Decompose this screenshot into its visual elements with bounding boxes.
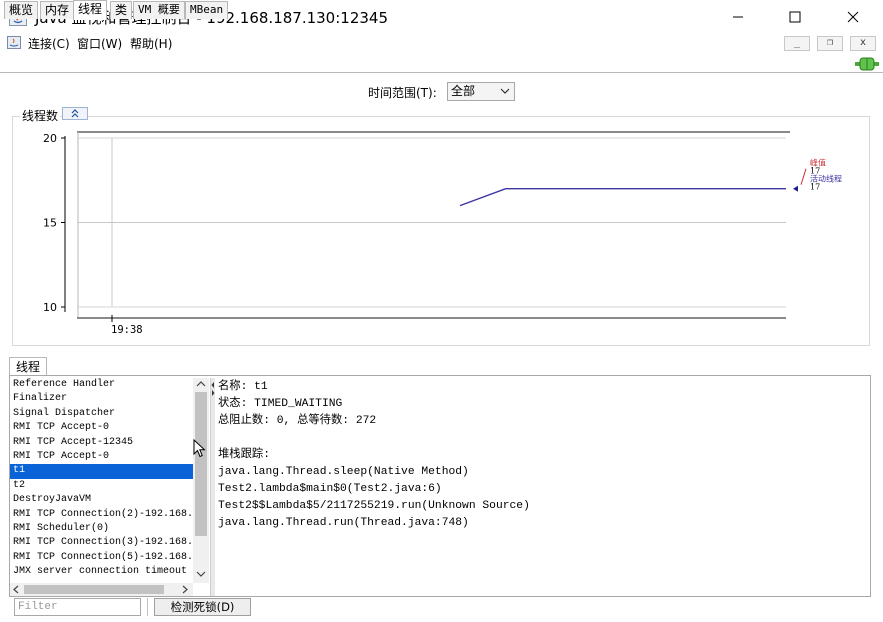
threads-panel-tab[interactable]: 线程 [9, 357, 48, 376]
thread-list-item[interactable]: t1 [10, 464, 193, 479]
y-tick-label: 20 [43, 132, 57, 145]
mdi-close-button[interactable]: x [850, 36, 876, 51]
thread-list-item[interactable]: Finalizer [10, 392, 193, 406]
close-button[interactable] [830, 0, 876, 33]
collapse-button[interactable] [62, 107, 88, 120]
double-chevron-up-icon [71, 109, 79, 118]
thread-list-horizontal-scrollbar[interactable] [10, 583, 193, 596]
thread-detail-line: 状态: TIMED_WAITING [218, 398, 343, 410]
plot-area [77, 131, 786, 318]
thread-list-item[interactable]: RMI TCP Connection(2)-192.168. [10, 508, 193, 522]
time-range-select[interactable]: 全部 [447, 82, 515, 101]
thread-filter-input[interactable] [14, 598, 141, 616]
thread-detail-line: java.lang.Thread.sleep(Native Method) [218, 466, 469, 478]
tab-mbean[interactable]: MBean [185, 1, 229, 19]
thread-detail-line: Test2.lambda$main$0(Test2.java:6) [218, 483, 442, 495]
thread-list-item[interactable]: t2 [10, 479, 193, 493]
thread-detail-line: 名称: t1 [218, 381, 268, 393]
chevron-down-icon [500, 88, 510, 94]
scroll-left-icon[interactable] [12, 585, 20, 594]
scroll-down-icon[interactable] [196, 570, 206, 578]
tab-memory[interactable]: 内存 [40, 1, 75, 19]
split-arrows-icon[interactable] [211, 381, 215, 397]
tab-strip [0, 54, 883, 73]
thread-list-item[interactable]: RMI TCP Connection(5)-192.168. [10, 551, 193, 565]
thread-list-item[interactable]: RMI TCP Accept-0 [10, 450, 193, 464]
thread-detail-line: java.lang.Thread.run(Thread.java:748) [218, 517, 469, 529]
maximize-button[interactable] [772, 0, 818, 33]
tab-vm-summary[interactable]: VM 概要 [133, 1, 185, 19]
scroll-right-icon[interactable] [181, 585, 189, 594]
thread-list-vertical-scrollbar[interactable] [193, 378, 209, 583]
y-tick-label: 10 [43, 301, 57, 314]
thread-list-item[interactable]: Signal Dispatcher [10, 407, 193, 421]
connection-status-icon [855, 57, 879, 71]
tab-threads[interactable]: 线程 [73, 0, 108, 20]
thread-list-item[interactable]: RMI TCP Accept-12345 [10, 436, 193, 450]
thread-detail-line: 总阻止数: 0, 总等待数: 272 [218, 415, 377, 427]
document-icon [7, 36, 21, 49]
mdi-minimize-button[interactable]: _ [784, 36, 810, 51]
mdi-restore-button[interactable]: ❐ [817, 36, 843, 51]
menu-connection[interactable]: 连接(C) [28, 35, 70, 52]
legend-live-value: 17 [810, 183, 820, 192]
scroll-up-icon[interactable] [196, 380, 206, 388]
menu-bar: 连接(C) 窗口(W) 帮助(H) [0, 33, 883, 53]
tab-overview[interactable]: 概览 [4, 1, 39, 19]
mouse-cursor-icon [193, 439, 206, 458]
time-range-label: 时间范围(T): [368, 86, 437, 100]
time-range-value: 全部 [451, 84, 476, 98]
thread-detail-line [218, 430, 868, 447]
thread-list-item[interactable]: RMI TCP Connection(3)-192.168. [10, 536, 193, 550]
close-icon [847, 11, 859, 22]
split-pane-divider[interactable] [210, 378, 215, 596]
thread-list-item[interactable]: Reference Handler [10, 378, 193, 392]
thread-list-item[interactable]: RMI TCP Accept-0 [10, 421, 193, 435]
chart-title: 线程数 [20, 107, 61, 124]
thread-detail-line: Test2$$Lambda$5/2117255219.run(Unknown S… [218, 500, 530, 512]
minimize-icon [733, 16, 743, 17]
minimize-button[interactable] [715, 0, 761, 33]
thread-list[interactable]: Reference Handler Finalizer Signal Dispatc… [10, 378, 193, 583]
thread-list-item[interactable]: RMI Scheduler(0) [10, 522, 193, 536]
detect-deadlock-button[interactable]: 检测死锁(D) [154, 598, 251, 616]
thread-detail-panel: 名称: t1 状态: TIMED_WAITING 总阻止数: 0, 总等待数: 27… [218, 379, 868, 594]
tab-classes[interactable]: 类 [110, 1, 133, 19]
vertical-scroll-thumb[interactable] [195, 392, 207, 536]
toolbar-divider [147, 598, 148, 616]
y-tick-label: 15 [43, 217, 57, 230]
thread-list-item[interactable]: DestroyJavaVM [10, 493, 193, 507]
menu-help[interactable]: 帮助(H) [130, 35, 172, 52]
maximize-icon [789, 11, 801, 22]
menu-window[interactable]: 窗口(W) [77, 35, 122, 52]
x-tick-label: 19:38 [111, 324, 143, 336]
horizontal-scroll-thumb[interactable] [24, 585, 164, 594]
thread-detail-line: 堆栈跟踪: [218, 449, 270, 461]
thread-list-item[interactable]: JMX server connection timeout [10, 565, 193, 579]
